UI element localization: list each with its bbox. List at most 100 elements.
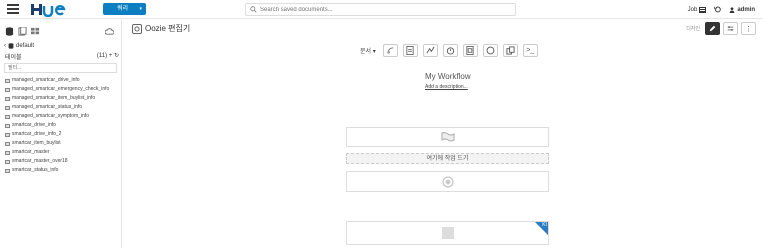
pencil-icon bbox=[709, 25, 716, 32]
copy-icon bbox=[506, 46, 515, 55]
action-copy[interactable] bbox=[502, 44, 518, 57]
end-node[interactable] bbox=[346, 171, 549, 192]
history-button[interactable] bbox=[714, 6, 722, 13]
refresh-icon[interactable]: ↻ bbox=[114, 53, 119, 59]
table-name: smartcar_status_info bbox=[12, 167, 59, 173]
table-name: managed_smartcar_drive_info bbox=[12, 77, 80, 83]
table-icon bbox=[5, 141, 10, 146]
tables-label: 테이블 bbox=[5, 55, 22, 61]
history-icon bbox=[714, 6, 722, 13]
chevron-down-icon: ▾ bbox=[139, 6, 142, 12]
action-palette: 문서 ▾ >_ bbox=[360, 44, 538, 57]
workflow-name[interactable]: My Workflow bbox=[425, 72, 471, 81]
table-filter-input[interactable] bbox=[4, 63, 117, 73]
action-shell[interactable]: >_ bbox=[522, 44, 538, 57]
kill-corner-label: KI bbox=[542, 222, 547, 228]
job-browser-button[interactable]: Job bbox=[687, 6, 707, 13]
table-icon bbox=[5, 105, 10, 110]
table-icon bbox=[5, 168, 10, 173]
edit-button[interactable] bbox=[705, 22, 720, 35]
file-alt-icon bbox=[466, 46, 474, 55]
menu-icon[interactable] bbox=[7, 4, 19, 14]
table-name: managed_smartcar_symptom_info bbox=[12, 113, 89, 119]
cloud-icon[interactable] bbox=[104, 23, 115, 35]
table-icon bbox=[5, 132, 10, 137]
flag-icon bbox=[441, 132, 454, 142]
database-small-icon bbox=[8, 43, 14, 49]
stop-circle-icon bbox=[442, 176, 453, 187]
table-item[interactable]: managed_smartcar_drive_info bbox=[5, 76, 121, 85]
chevron-left-icon[interactable]: ‹ bbox=[4, 43, 6, 49]
database-icon[interactable] bbox=[5, 23, 14, 36]
database-name: default bbox=[16, 43, 35, 49]
documents-dropdown[interactable]: 문서 ▾ bbox=[360, 46, 376, 55]
settings-button[interactable] bbox=[723, 22, 738, 35]
sliders-icon bbox=[727, 26, 734, 31]
tables-count-row: (11) + ↻ bbox=[97, 52, 119, 59]
table-icon bbox=[5, 78, 10, 83]
table-item[interactable]: smartcar_status_info bbox=[5, 166, 121, 175]
table-item[interactable]: managed_smartcar_item_buylist_info bbox=[5, 94, 121, 103]
table-name: smartcar_drive_info bbox=[12, 122, 56, 128]
top-bar: 쿼리 ▾ Job admi bbox=[0, 0, 763, 19]
user-menu[interactable]: admin bbox=[729, 7, 755, 13]
table-icon bbox=[5, 159, 10, 164]
assist-panel-tabs bbox=[5, 23, 117, 36]
table-icon bbox=[5, 123, 10, 128]
table-icon bbox=[5, 87, 10, 92]
search-icon bbox=[250, 6, 257, 13]
top-right-controls: Job admin bbox=[688, 4, 755, 15]
table-list: managed_smartcar_drive_info managed_smar… bbox=[5, 76, 121, 175]
table-item[interactable]: smartcar_master_over18 bbox=[5, 157, 121, 166]
table-name: smartcar_master bbox=[12, 149, 50, 155]
table-item[interactable]: managed_smartcar_emergency_check_info bbox=[5, 85, 121, 94]
database-breadcrumb[interactable]: ‹ default bbox=[4, 43, 34, 49]
table-item[interactable]: managed_smartcar_symptom_info bbox=[5, 112, 121, 121]
documents-label: 문서 bbox=[360, 49, 372, 55]
list-icon bbox=[699, 6, 707, 13]
grid-icon[interactable] bbox=[31, 23, 40, 35]
main-editor: Oozie 편집기 디자인 ⋮ 문서 ▾ >_ My Workflow Add … bbox=[123, 20, 763, 248]
kill-placeholder bbox=[441, 227, 454, 239]
table-icon bbox=[5, 150, 10, 155]
job-browser-label: Job bbox=[687, 6, 698, 13]
action-document[interactable] bbox=[402, 44, 418, 57]
file-icon bbox=[406, 46, 414, 55]
action-workflow[interactable] bbox=[422, 44, 438, 57]
user-icon bbox=[729, 6, 735, 13]
table-item[interactable]: smartcar_drive_info_2 bbox=[5, 130, 121, 139]
alarm-clock-icon bbox=[446, 47, 454, 55]
table-name: managed_smartcar_emergency_check_info bbox=[12, 86, 110, 92]
action-scheduler[interactable] bbox=[442, 44, 458, 57]
table-item[interactable]: smartcar_master bbox=[5, 148, 121, 157]
editor-right-toolbar: 디자인 ⋮ bbox=[686, 22, 756, 35]
start-node[interactable] bbox=[346, 127, 549, 147]
table-name: managed_smartcar_item_buylist_info bbox=[12, 95, 96, 101]
chart-line-icon bbox=[426, 46, 435, 54]
kill-node[interactable]: KI bbox=[346, 221, 549, 245]
action-loop[interactable] bbox=[482, 44, 498, 57]
table-item[interactable]: smartcar_drive_info bbox=[5, 121, 121, 130]
query-button[interactable]: 쿼리 ▾ bbox=[103, 3, 146, 15]
search-bar[interactable] bbox=[245, 3, 516, 16]
table-name: smartcar_drive_info_2 bbox=[12, 131, 62, 137]
query-button-label: 쿼리 bbox=[117, 6, 129, 12]
terminal-icon: >_ bbox=[526, 47, 535, 54]
hue-logo[interactable] bbox=[31, 2, 66, 18]
tables-header: 테이블 (11) + ↻ bbox=[5, 52, 119, 61]
action-hive[interactable] bbox=[382, 44, 398, 57]
table-item[interactable]: smartcar_item_buylist bbox=[5, 139, 121, 148]
page-title: Oozie 편집기 bbox=[145, 24, 191, 33]
table-name: smartcar_master_over18 bbox=[12, 158, 68, 164]
table-icon bbox=[5, 96, 10, 101]
more-options-button[interactable]: ⋮ bbox=[741, 22, 756, 35]
more-vertical-icon: ⋮ bbox=[745, 25, 752, 33]
documents-icon[interactable] bbox=[18, 23, 27, 36]
add-description-link[interactable]: Add a description... bbox=[425, 84, 468, 90]
action-file[interactable] bbox=[462, 44, 478, 57]
table-item[interactable]: managed_smartcar_status_info bbox=[5, 103, 121, 112]
design-label: 디자인 bbox=[686, 26, 700, 32]
table-name: smartcar_item_buylist bbox=[12, 140, 61, 146]
drop-zone[interactable]: 여기에 작업 드기 bbox=[346, 153, 549, 164]
search-input[interactable] bbox=[260, 5, 510, 15]
